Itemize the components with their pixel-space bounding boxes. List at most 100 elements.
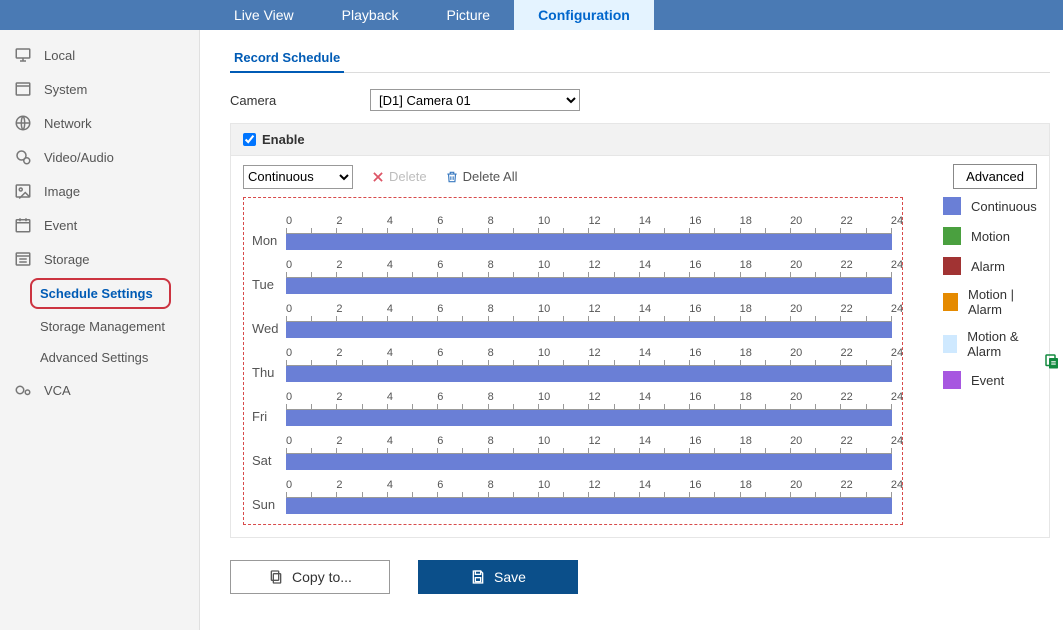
day-label: Tue bbox=[252, 277, 286, 294]
hour-label: 8 bbox=[488, 215, 489, 227]
hour-label: 14 bbox=[639, 215, 640, 227]
hour-label: 10 bbox=[538, 215, 539, 227]
legend-item[interactable]: Alarm bbox=[943, 257, 1037, 275]
hour-label: 20 bbox=[790, 215, 791, 227]
sidebar-item-vca[interactable]: VCA bbox=[0, 373, 199, 407]
globe-icon bbox=[14, 114, 32, 132]
sidebar-item-storage-management[interactable]: Storage Management bbox=[0, 311, 199, 342]
hour-label: 14 bbox=[639, 259, 640, 271]
hour-label: 0 bbox=[286, 435, 287, 447]
schedule-bar[interactable] bbox=[286, 498, 892, 514]
timeline[interactable]: 024681012141618202224 bbox=[286, 435, 892, 470]
timeline[interactable]: 024681012141618202224 bbox=[286, 479, 892, 514]
day-label: Thu bbox=[252, 365, 286, 382]
hour-label: 14 bbox=[639, 303, 640, 315]
hour-label: 10 bbox=[538, 391, 539, 403]
section-tab-record-schedule[interactable]: Record Schedule bbox=[230, 44, 344, 73]
hour-label: 22 bbox=[840, 479, 841, 491]
hour-label: 22 bbox=[840, 303, 841, 315]
hour-label: 20 bbox=[790, 347, 791, 359]
save-button[interactable]: Save bbox=[418, 560, 578, 594]
tab-configuration[interactable]: Configuration bbox=[514, 0, 654, 30]
day-label: Fri bbox=[252, 409, 286, 426]
hour-label: 4 bbox=[387, 215, 388, 227]
recording-type-select[interactable]: Continuous bbox=[243, 165, 353, 189]
schedule-bar[interactable] bbox=[286, 410, 892, 426]
hour-label: 2 bbox=[336, 215, 337, 227]
legend-item[interactable]: Motion | Alarm bbox=[943, 287, 1037, 317]
legend-label: Alarm bbox=[971, 259, 1005, 274]
hour-label: 8 bbox=[488, 303, 489, 315]
copy-day-icon[interactable] bbox=[1043, 352, 1061, 370]
timeline[interactable]: 024681012141618202224 bbox=[286, 391, 892, 426]
hour-label: 22 bbox=[840, 435, 841, 447]
legend-item[interactable]: Event bbox=[943, 371, 1037, 389]
hour-label: 10 bbox=[538, 347, 539, 359]
hour-label: 10 bbox=[538, 259, 539, 271]
hour-label: 10 bbox=[538, 479, 539, 491]
schedule-bar[interactable] bbox=[286, 234, 892, 250]
legend-swatch bbox=[943, 335, 957, 353]
advanced-button[interactable]: Advanced bbox=[953, 164, 1037, 189]
hour-label: 22 bbox=[840, 391, 841, 403]
tab-playback[interactable]: Playback bbox=[318, 0, 423, 30]
schedule-bar[interactable] bbox=[286, 366, 892, 382]
sidebar-item-local[interactable]: Local bbox=[0, 38, 199, 72]
camera-select[interactable]: [D1] Camera 01 bbox=[370, 89, 580, 111]
tab-live-view[interactable]: Live View bbox=[210, 0, 318, 30]
hour-label: 6 bbox=[437, 435, 438, 447]
day-row: Sun024681012141618202224 bbox=[252, 470, 892, 514]
legend-swatch bbox=[943, 257, 961, 275]
sidebar-item-network[interactable]: Network bbox=[0, 106, 199, 140]
enable-checkbox[interactable] bbox=[243, 133, 256, 146]
legend-swatch bbox=[943, 371, 961, 389]
sidebar-item-advanced-settings[interactable]: Advanced Settings bbox=[0, 342, 199, 373]
schedule-bar[interactable] bbox=[286, 322, 892, 338]
sidebar-item-storage[interactable]: Storage bbox=[0, 242, 199, 276]
hour-label: 24 bbox=[891, 303, 892, 315]
copy-icon bbox=[268, 569, 284, 585]
timeline[interactable]: 024681012141618202224 bbox=[286, 303, 892, 338]
sidebar-item-label: System bbox=[44, 82, 87, 97]
hour-label: 12 bbox=[588, 259, 589, 271]
delete-button[interactable]: Delete bbox=[371, 169, 427, 184]
hour-label: 0 bbox=[286, 303, 287, 315]
timeline[interactable]: 024681012141618202224 bbox=[286, 215, 892, 250]
legend-item[interactable]: Continuous bbox=[943, 197, 1037, 215]
day-row: Sat024681012141618202224 bbox=[252, 426, 892, 470]
legend-label: Motion & Alarm bbox=[967, 329, 1037, 359]
hour-label: 12 bbox=[588, 347, 589, 359]
sidebar-item-schedule-settings[interactable]: Schedule Settings bbox=[30, 278, 171, 309]
timeline[interactable]: 024681012141618202224 bbox=[286, 347, 892, 382]
hour-label: 4 bbox=[387, 479, 388, 491]
delete-all-button[interactable]: Delete All bbox=[445, 169, 518, 184]
hour-label: 16 bbox=[689, 479, 690, 491]
hour-label: 18 bbox=[740, 303, 741, 315]
hour-label: 20 bbox=[790, 435, 791, 447]
hour-label: 6 bbox=[437, 347, 438, 359]
schedule-bar[interactable] bbox=[286, 454, 892, 470]
legend-label: Motion bbox=[971, 229, 1010, 244]
schedule-grid[interactable]: Mon024681012141618202224Tue0246810121416… bbox=[243, 197, 903, 525]
schedule-bar[interactable] bbox=[286, 278, 892, 294]
top-nav: Live View Playback Picture Configuration bbox=[0, 0, 1063, 30]
tab-picture[interactable]: Picture bbox=[422, 0, 514, 30]
day-label: Sun bbox=[252, 497, 286, 514]
storage-icon bbox=[14, 250, 32, 268]
hour-label: 6 bbox=[437, 259, 438, 271]
sidebar-item-video-audio[interactable]: Video/Audio bbox=[0, 140, 199, 174]
hour-label: 12 bbox=[588, 479, 589, 491]
hour-label: 2 bbox=[336, 435, 337, 447]
hour-label: 12 bbox=[588, 215, 589, 227]
sidebar-item-system[interactable]: System bbox=[0, 72, 199, 106]
timeline[interactable]: 024681012141618202224 bbox=[286, 259, 892, 294]
image-icon bbox=[14, 182, 32, 200]
sidebar-item-image[interactable]: Image bbox=[0, 174, 199, 208]
legend-label: Continuous bbox=[971, 199, 1037, 214]
legend-item[interactable]: Motion & Alarm bbox=[943, 329, 1037, 359]
hour-label: 14 bbox=[639, 435, 640, 447]
legend-item[interactable]: Motion bbox=[943, 227, 1037, 245]
sidebar-item-event[interactable]: Event bbox=[0, 208, 199, 242]
sidebar-item-label: VCA bbox=[44, 383, 71, 398]
copy-to-button[interactable]: Copy to... bbox=[230, 560, 390, 594]
